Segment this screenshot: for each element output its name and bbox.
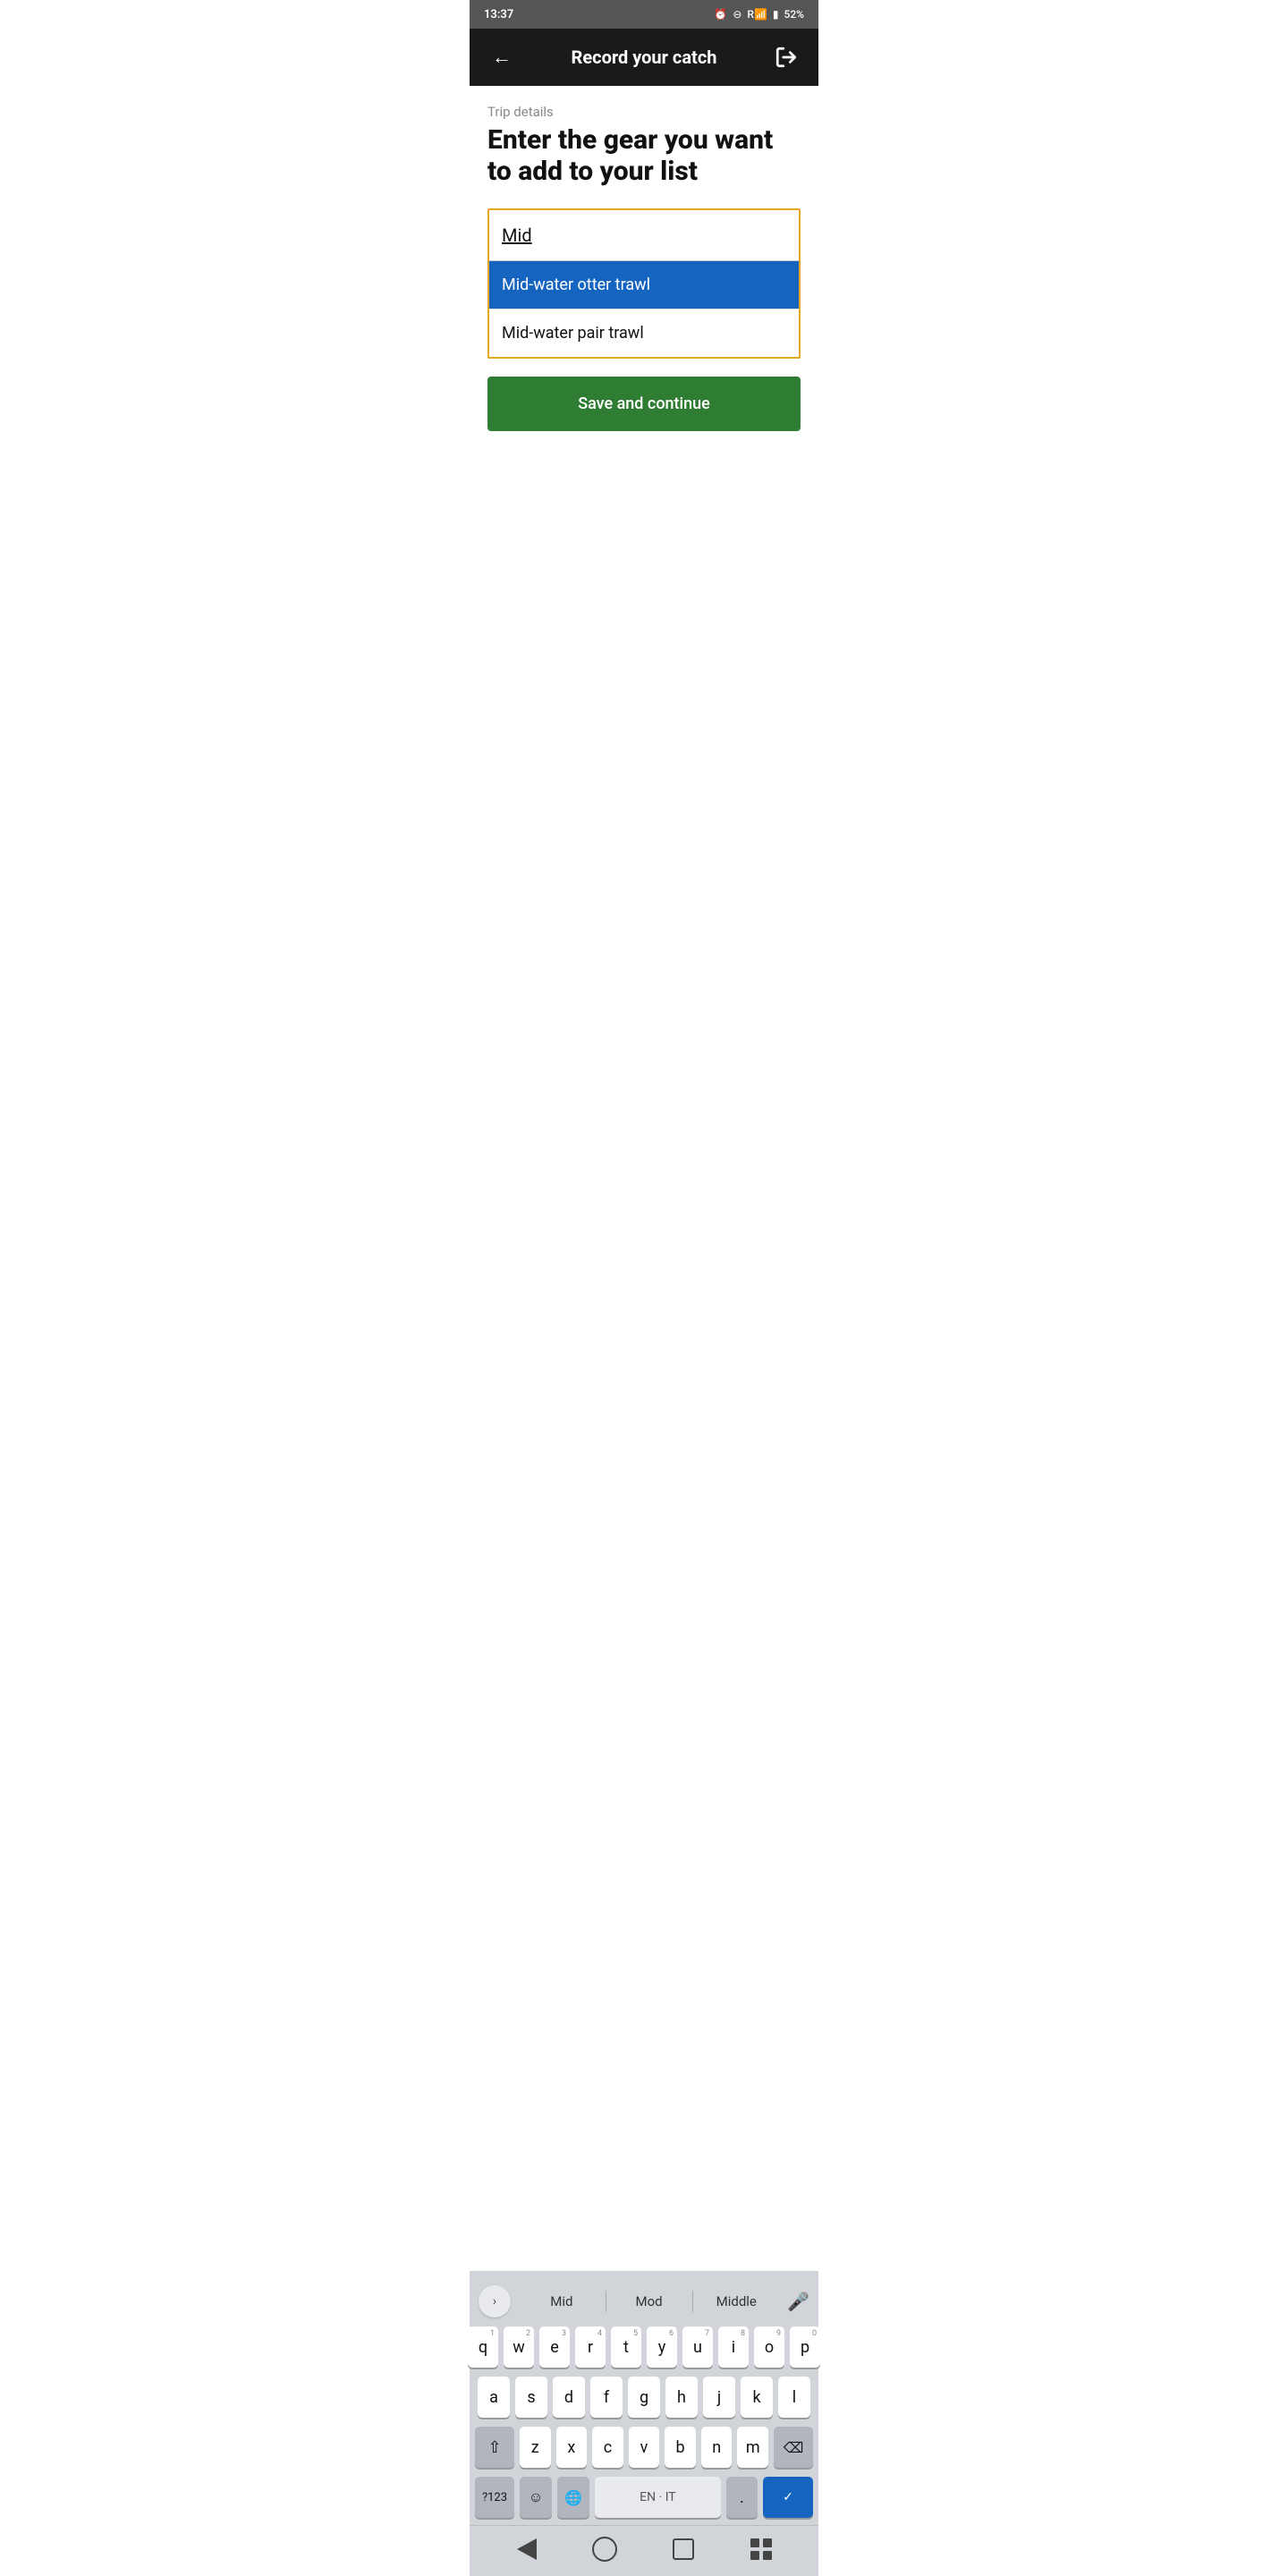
suggestion-middle[interactable]: Middle — [692, 2288, 780, 2315]
key-s[interactable]: s — [515, 2377, 547, 2418]
key-a[interactable]: a — [478, 2377, 510, 2418]
key-i[interactable]: 8i — [718, 2326, 749, 2368]
app-bar-title: Record your catch — [572, 47, 717, 68]
app-bar: ← Record your catch — [470, 29, 818, 86]
status-icons: ⏰ ⊖ R📶 ▮ 52% — [714, 8, 804, 21]
key-j[interactable]: j — [703, 2377, 735, 2418]
key-d[interactable]: d — [553, 2377, 585, 2418]
suggestions-items: Mid Mod Middle — [518, 2288, 780, 2315]
suggestion-mid[interactable]: Mid — [518, 2288, 606, 2315]
key-z[interactable]: z — [520, 2427, 551, 2468]
dnd-icon: ⊖ — [733, 8, 741, 21]
status-time: 13:37 — [484, 8, 513, 21]
key-b[interactable]: b — [665, 2427, 696, 2468]
dropdown-list: Mid-water otter trawl Mid-water pair tra… — [489, 260, 799, 357]
key-t[interactable]: 5t — [611, 2326, 641, 2368]
key-f[interactable]: f — [590, 2377, 623, 2418]
shift-key[interactable]: ⇧ — [475, 2427, 514, 2468]
key-y[interactable]: 6y — [647, 2326, 677, 2368]
key-r[interactable]: 4r — [575, 2326, 606, 2368]
backspace-key[interactable]: ⌫ — [774, 2427, 813, 2468]
confirm-key[interactable]: ✓ — [763, 2477, 813, 2518]
signal-icon: R📶 — [747, 8, 767, 21]
microphone-icon[interactable]: 🎤 — [787, 2291, 809, 2312]
spacebar[interactable]: EN · IT — [595, 2477, 721, 2518]
key-u[interactable]: 7u — [682, 2326, 713, 2368]
system-nav-bar — [470, 2525, 818, 2576]
key-row-3: ⇧ z x c v b n m ⌫ — [475, 2427, 813, 2468]
main-content: Trip details Enter the gear you want to … — [470, 86, 818, 2271]
nav-home-button[interactable] — [583, 2535, 626, 2563]
keyboard: › Mid Mod Middle 🎤 1q 2w 3e 4r 5t 6y 7u … — [470, 2271, 818, 2525]
key-h[interactable]: h — [665, 2377, 698, 2418]
key-l[interactable]: l — [778, 2377, 810, 2418]
save-continue-button[interactable]: Save and continue — [487, 377, 801, 431]
key-row-1: 1q 2w 3e 4r 5t 6y 7u 8i 9o 0p — [475, 2326, 813, 2368]
key-n[interactable]: n — [701, 2427, 733, 2468]
section-heading: Enter the gear you want to add to your l… — [487, 125, 801, 187]
key-row-4: ?123 ☺ 🌐 EN · IT . ✓ — [475, 2477, 813, 2518]
nav-recents-button[interactable] — [662, 2535, 705, 2563]
exit-button[interactable] — [768, 39, 804, 75]
keyboard-rows: 1q 2w 3e 4r 5t 6y 7u 8i 9o 0p a s d f g … — [475, 2326, 813, 2518]
suggestion-mod[interactable]: Mod — [606, 2288, 693, 2315]
alarm-icon: ⏰ — [714, 8, 727, 21]
nav-keyboard-button[interactable] — [740, 2535, 783, 2563]
globe-key[interactable]: 🌐 — [557, 2477, 589, 2518]
key-g[interactable]: g — [628, 2377, 660, 2418]
key-row-2: a s d f g h j k l — [475, 2377, 813, 2418]
gear-search-input[interactable] — [489, 210, 799, 260]
key-c[interactable]: c — [592, 2427, 623, 2468]
section-label: Trip details — [487, 104, 801, 120]
key-w[interactable]: 2w — [504, 2326, 534, 2368]
key-m[interactable]: m — [737, 2427, 768, 2468]
key-p[interactable]: 0p — [790, 2326, 820, 2368]
gear-input-container: Mid-water otter trawl Mid-water pair tra… — [487, 208, 801, 359]
suggestions-row: › Mid Mod Middle 🎤 — [475, 2280, 813, 2326]
key-e[interactable]: 3e — [539, 2326, 570, 2368]
dropdown-item-1[interactable]: Mid-water otter trawl — [489, 261, 799, 309]
key-v[interactable]: v — [629, 2427, 660, 2468]
dropdown-item-2[interactable]: Mid-water pair trawl — [489, 309, 799, 357]
emoji-key[interactable]: ☺ — [520, 2477, 552, 2518]
battery-percent: 52% — [784, 8, 804, 21]
key-k[interactable]: k — [741, 2377, 773, 2418]
nav-back-button[interactable] — [505, 2535, 548, 2563]
key-x[interactable]: x — [556, 2427, 588, 2468]
battery-icon: ▮ — [773, 8, 779, 21]
key-q[interactable]: 1q — [468, 2326, 498, 2368]
key-o[interactable]: 9o — [754, 2326, 784, 2368]
num-sym-key[interactable]: ?123 — [475, 2477, 514, 2518]
status-bar: 13:37 ⏰ ⊖ R📶 ▮ 52% — [470, 0, 818, 29]
period-key[interactable]: . — [726, 2477, 758, 2518]
back-button[interactable]: ← — [484, 39, 520, 75]
suggestions-expand-button[interactable]: › — [479, 2285, 511, 2318]
